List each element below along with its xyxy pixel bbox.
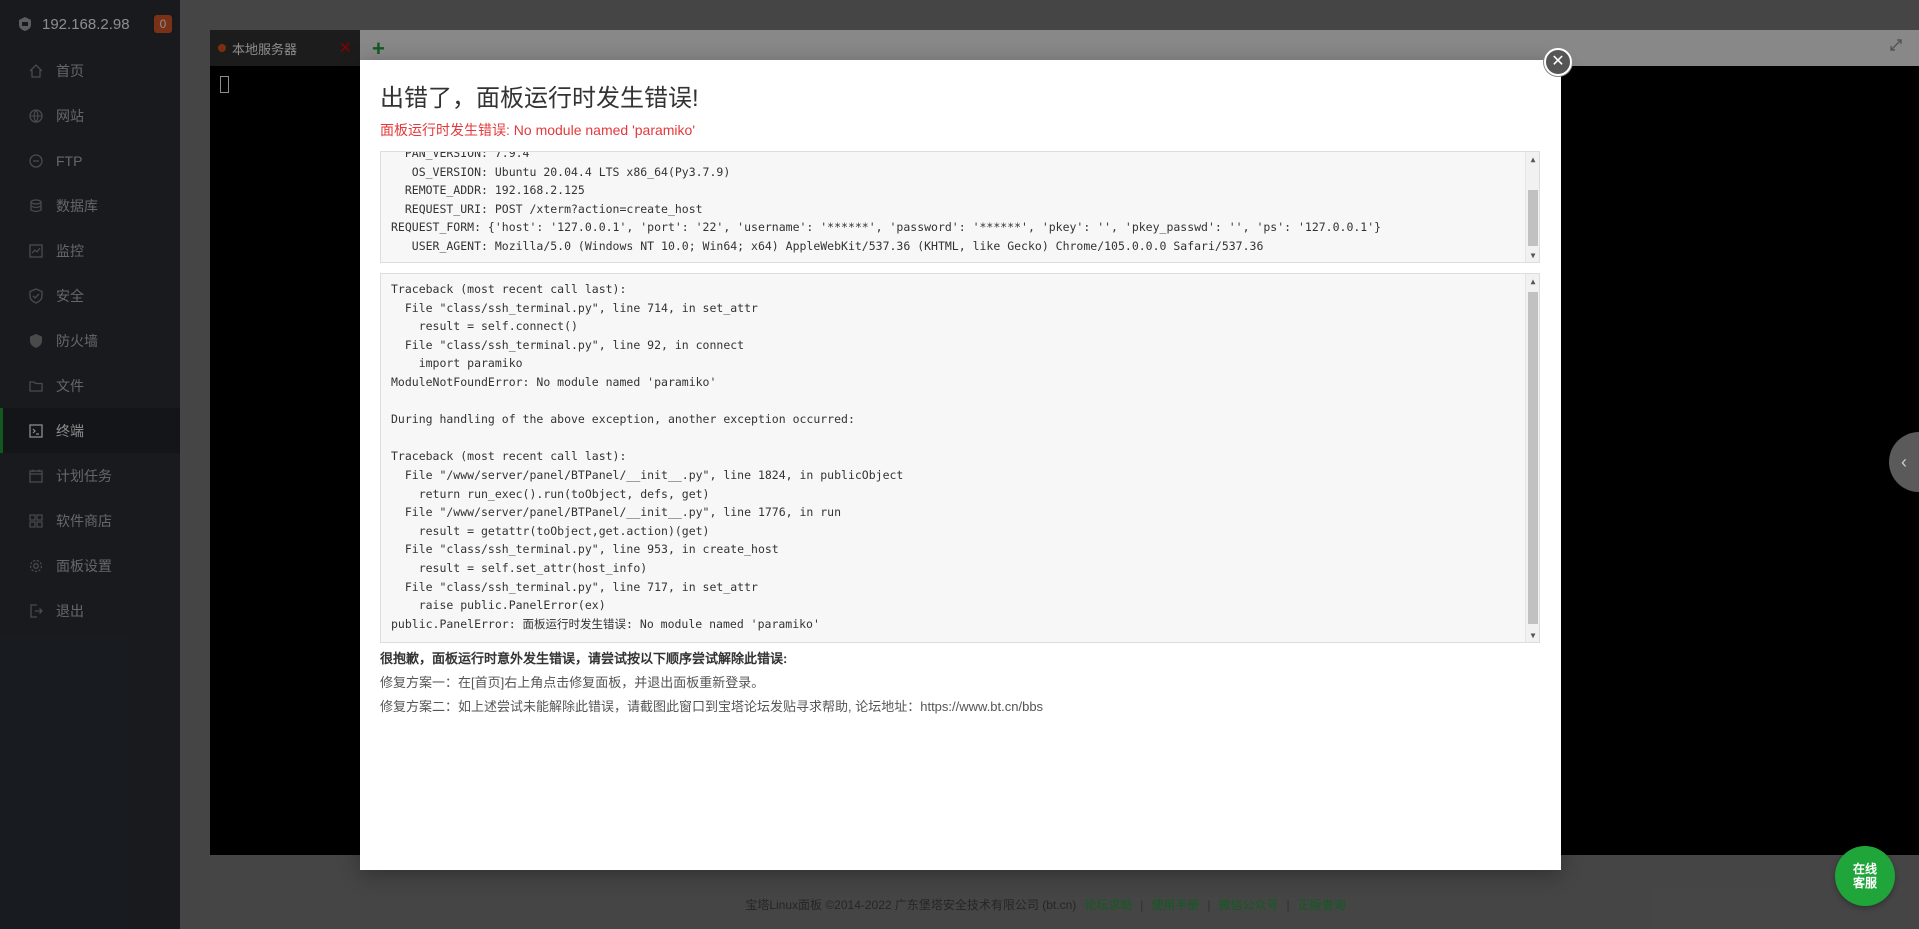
environment-info-box[interactable]: PAN_VERSION: 7.9.4 OS_VERSION: Ubuntu 20… — [380, 151, 1540, 263]
scroll-up-icon[interactable]: ▲ — [1526, 152, 1539, 166]
chevron-left-icon: ‹ — [1901, 451, 1907, 472]
dialog-close-button[interactable]: ✕ — [1544, 48, 1572, 76]
scroll-down-icon[interactable]: ▼ — [1526, 628, 1539, 642]
scrollbar-thumb[interactable] — [1528, 292, 1538, 624]
notes-fix-two: 修复方案二：如上述尝试未能解除此错误，请截图此窗口到宝塔论坛发贴寻求帮助, 论坛… — [380, 699, 1044, 714]
notes-fix-one: 修复方案一：在[首页]右上角点击修复面板，并退出面板重新登录。 — [380, 675, 765, 690]
online-support-button[interactable]: 在线 客服 — [1835, 846, 1895, 906]
traceback-text: Traceback (most recent call last): File … — [391, 282, 904, 631]
scrollbar[interactable]: ▲ ▼ — [1525, 152, 1539, 262]
close-icon: ✕ — [1551, 53, 1565, 70]
environment-info-text: PAN_VERSION: 7.9.4 OS_VERSION: Ubuntu 20… — [391, 151, 1382, 253]
support-label: 在线 客服 — [1852, 862, 1877, 890]
dialog-title: 出错了，面板运行时发生错误! — [380, 85, 699, 112]
error-dialog: 出错了，面板运行时发生错误! 面板运行时发生错误: No module name… — [360, 60, 1561, 870]
notes-heading: 很抱歉，面板运行时意外发生错误，请尝试按以下顺序尝试解除此错误: — [380, 651, 788, 666]
scrollbar[interactable]: ▲ ▼ — [1525, 274, 1539, 642]
dialog-error-message: 面板运行时发生错误: No module named 'paramiko' — [380, 122, 695, 138]
scroll-down-icon[interactable]: ▼ — [1526, 248, 1539, 262]
fix-notes: 很抱歉，面板运行时意外发生错误，请尝试按以下顺序尝试解除此错误: 修复方案一：在… — [380, 647, 1043, 719]
scrollbar-thumb[interactable] — [1528, 190, 1538, 246]
scroll-up-icon[interactable]: ▲ — [1526, 274, 1539, 288]
traceback-box[interactable]: Traceback (most recent call last): File … — [380, 273, 1540, 643]
